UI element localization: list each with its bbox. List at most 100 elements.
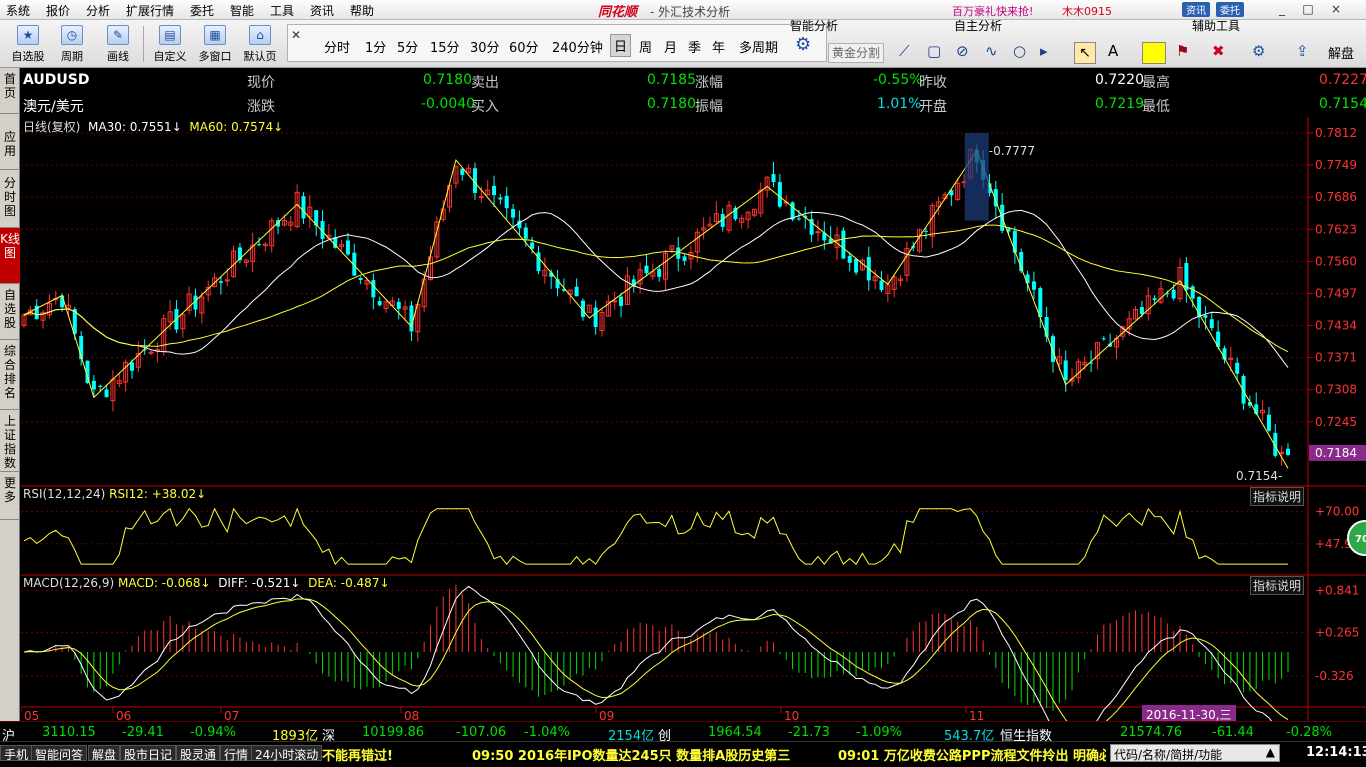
vtab-ranking[interactable]: 综合排名 [0,340,20,410]
candle-body [657,269,662,277]
news-ticker-1[interactable]: 09:50 2016年IPO数量达245只 数量排A股历史第三 [472,745,790,764]
chevron-up-icon[interactable]: ▲ [1266,745,1275,759]
vtab-home[interactable]: 首页 [0,68,20,114]
period-month[interactable]: 月 [664,37,677,56]
app-window: 系统 报价 分析 扩展行情 委托 智能 工具 资讯 帮助 同花顺 - 外汇技术分… [0,0,1366,767]
vtab-sh-index[interactable]: 上证指数 [0,410,20,472]
period-quarter[interactable]: 季 [688,37,701,56]
status-tab-stock-spirit[interactable]: 股灵通 [176,745,221,762]
code-search-input[interactable]: 代码/名称/简拼/功能 ▲ [1110,744,1280,762]
aux-tools-tab[interactable]: 辅助工具 [1192,17,1240,33]
period-1min[interactable]: 1分 [365,37,386,56]
status-tab-explain[interactable]: 解盘 [88,745,121,762]
news-ticker-2[interactable]: 09:01 万亿收费公路PPP流程文件拎出 明确必须"先 [838,745,1106,764]
period-year[interactable]: 年 [712,37,725,56]
period-240min[interactable]: 240分钟 [552,37,603,56]
period-week[interactable]: 周 [639,37,652,56]
color-picker-swatch[interactable] [1142,42,1166,64]
rect-tool-icon[interactable]: ▢ [927,42,941,60]
macd-explain-button[interactable]: 指标说明 [1250,576,1305,595]
period-button[interactable]: ◷ 周期 [52,23,92,65]
status-tab-24h[interactable]: 24小时滚动 [251,745,323,762]
line-tool-icon[interactable]: ⟋ [899,42,910,60]
vtab-intraday[interactable]: 分时图 [0,172,20,228]
kline-chart[interactable]: 0.7812 0.7749 0.7686 0.7623 0.7560 0.7497 0.74… [21,117,1366,721]
status-tab-quotes[interactable]: 行情 [220,745,253,762]
macd-legend: MACD(12,26,9) MACD: -0.068↓ DIFF: -0.521… [23,576,390,590]
menu-analysis[interactable]: 分析 [86,2,110,19]
period-multi[interactable]: 多周期 [739,37,778,56]
menu-system[interactable]: 系统 [6,2,30,19]
kline-legend: 日线(复权) MA30: 0.7551↓ MA60: 0.7574↓ [23,118,283,135]
sz-index-value: 10199.86 [362,725,425,740]
close-icon[interactable]: ✕ [291,28,301,42]
circle-tool-icon[interactable]: ○ [1013,42,1026,60]
menu-trade[interactable]: 委托 [190,2,214,19]
price-tick-label: 0.7560 [1315,254,1357,268]
candle-body [492,185,497,196]
settings-icon[interactable]: ⚙ [1252,42,1265,60]
vtab-apps[interactable]: 应用 [0,126,20,170]
menu-quote[interactable]: 报价 [46,2,70,19]
candle-body [478,196,484,199]
self-analysis-tab[interactable]: 自主分析 [954,17,1002,33]
candle-body [98,385,103,387]
candle-body [104,389,109,398]
status-alert[interactable]: 不能再错过! [322,745,393,764]
period-15min[interactable]: 15分 [430,37,460,56]
vtab-watchlist[interactable]: 自选股 [0,284,20,340]
period-5min[interactable]: 5分 [397,37,418,56]
period-30min[interactable]: 30分 [470,37,500,56]
period-intraday[interactable]: 分时 [324,37,350,56]
vtab-more[interactable]: 更多 [0,472,20,520]
menu-tools[interactable]: 工具 [270,2,294,19]
multi-window-button[interactable]: ▦ 多窗口 [195,23,235,65]
value-buy: 0.7180 [647,96,696,112]
gear-icon[interactable]: ⚙ [795,34,811,55]
custom-button[interactable]: ▤ 自定义 [150,23,190,65]
macd-tick-label: +0.265 [1315,626,1359,640]
time-tick-label: 11 [969,709,984,721]
menu-help[interactable]: 帮助 [350,2,374,19]
news-button[interactable]: 资讯 [1182,2,1210,17]
rsi-legend-name: RSI(12,12,24) [23,487,106,501]
price-tick-label: 0.7623 [1315,222,1357,236]
default-page-button[interactable]: ⌂ 默认页 [240,23,280,65]
export-icon[interactable]: ⇪ [1296,42,1309,60]
wave-tool-icon[interactable]: ∿ [985,42,998,60]
watchlist-button[interactable]: ★ 自选股 [8,23,48,65]
maximize-icon[interactable]: □ [1298,2,1318,17]
minimize-icon[interactable]: _ [1272,2,1292,17]
cursor-icon[interactable]: ↖ [1074,42,1096,64]
macd-bars [29,584,1289,711]
close-icon[interactable]: × [1326,2,1346,17]
price-tick-label: 0.7497 [1315,286,1357,300]
golden-split-button[interactable]: 黄金分割 [828,43,884,63]
status-tab-diary[interactable]: 股市日记 [120,745,177,762]
delete-icon[interactable]: ✖ [1212,42,1225,60]
period-60min[interactable]: 60分 [509,37,539,56]
explain-button[interactable]: 解盘 [1328,43,1354,62]
user-name[interactable]: 木木0915 [1062,3,1112,19]
trade-button[interactable]: 委托 [1216,2,1244,17]
draw-line-button[interactable]: ✎ 画线 [98,23,138,65]
rsi-explain-button[interactable]: 指标说明 [1250,487,1305,506]
diff-legend: DIFF: -0.521 [218,576,291,590]
status-tab-smart-qa[interactable]: 智能问答 [31,745,88,762]
channel-tool-icon[interactable]: ⊘ [956,42,969,60]
symbol-name: 澳元/美元 [23,99,84,115]
smart-analysis-tab[interactable]: 智能分析 [790,17,838,33]
status-tab-mobile[interactable]: 手机 [0,745,33,762]
text-tool-icon[interactable]: A [1108,42,1118,60]
candle-body [1266,414,1271,431]
menu-extended-quote[interactable]: 扩展行情 [126,2,174,19]
candle-body [377,301,382,306]
menu-news[interactable]: 资讯 [310,2,334,19]
period-day[interactable]: 日 [610,34,632,57]
label-prev: 昨收 [919,75,947,91]
kline-legend-name: 日线(复权) [23,120,81,134]
bookmark-icon[interactable]: ⚑ [1176,42,1189,60]
vtab-kline[interactable]: K线图 [0,228,20,284]
more-draw-icon[interactable]: ▸ [1040,42,1048,60]
menu-smart[interactable]: 智能 [230,2,254,19]
